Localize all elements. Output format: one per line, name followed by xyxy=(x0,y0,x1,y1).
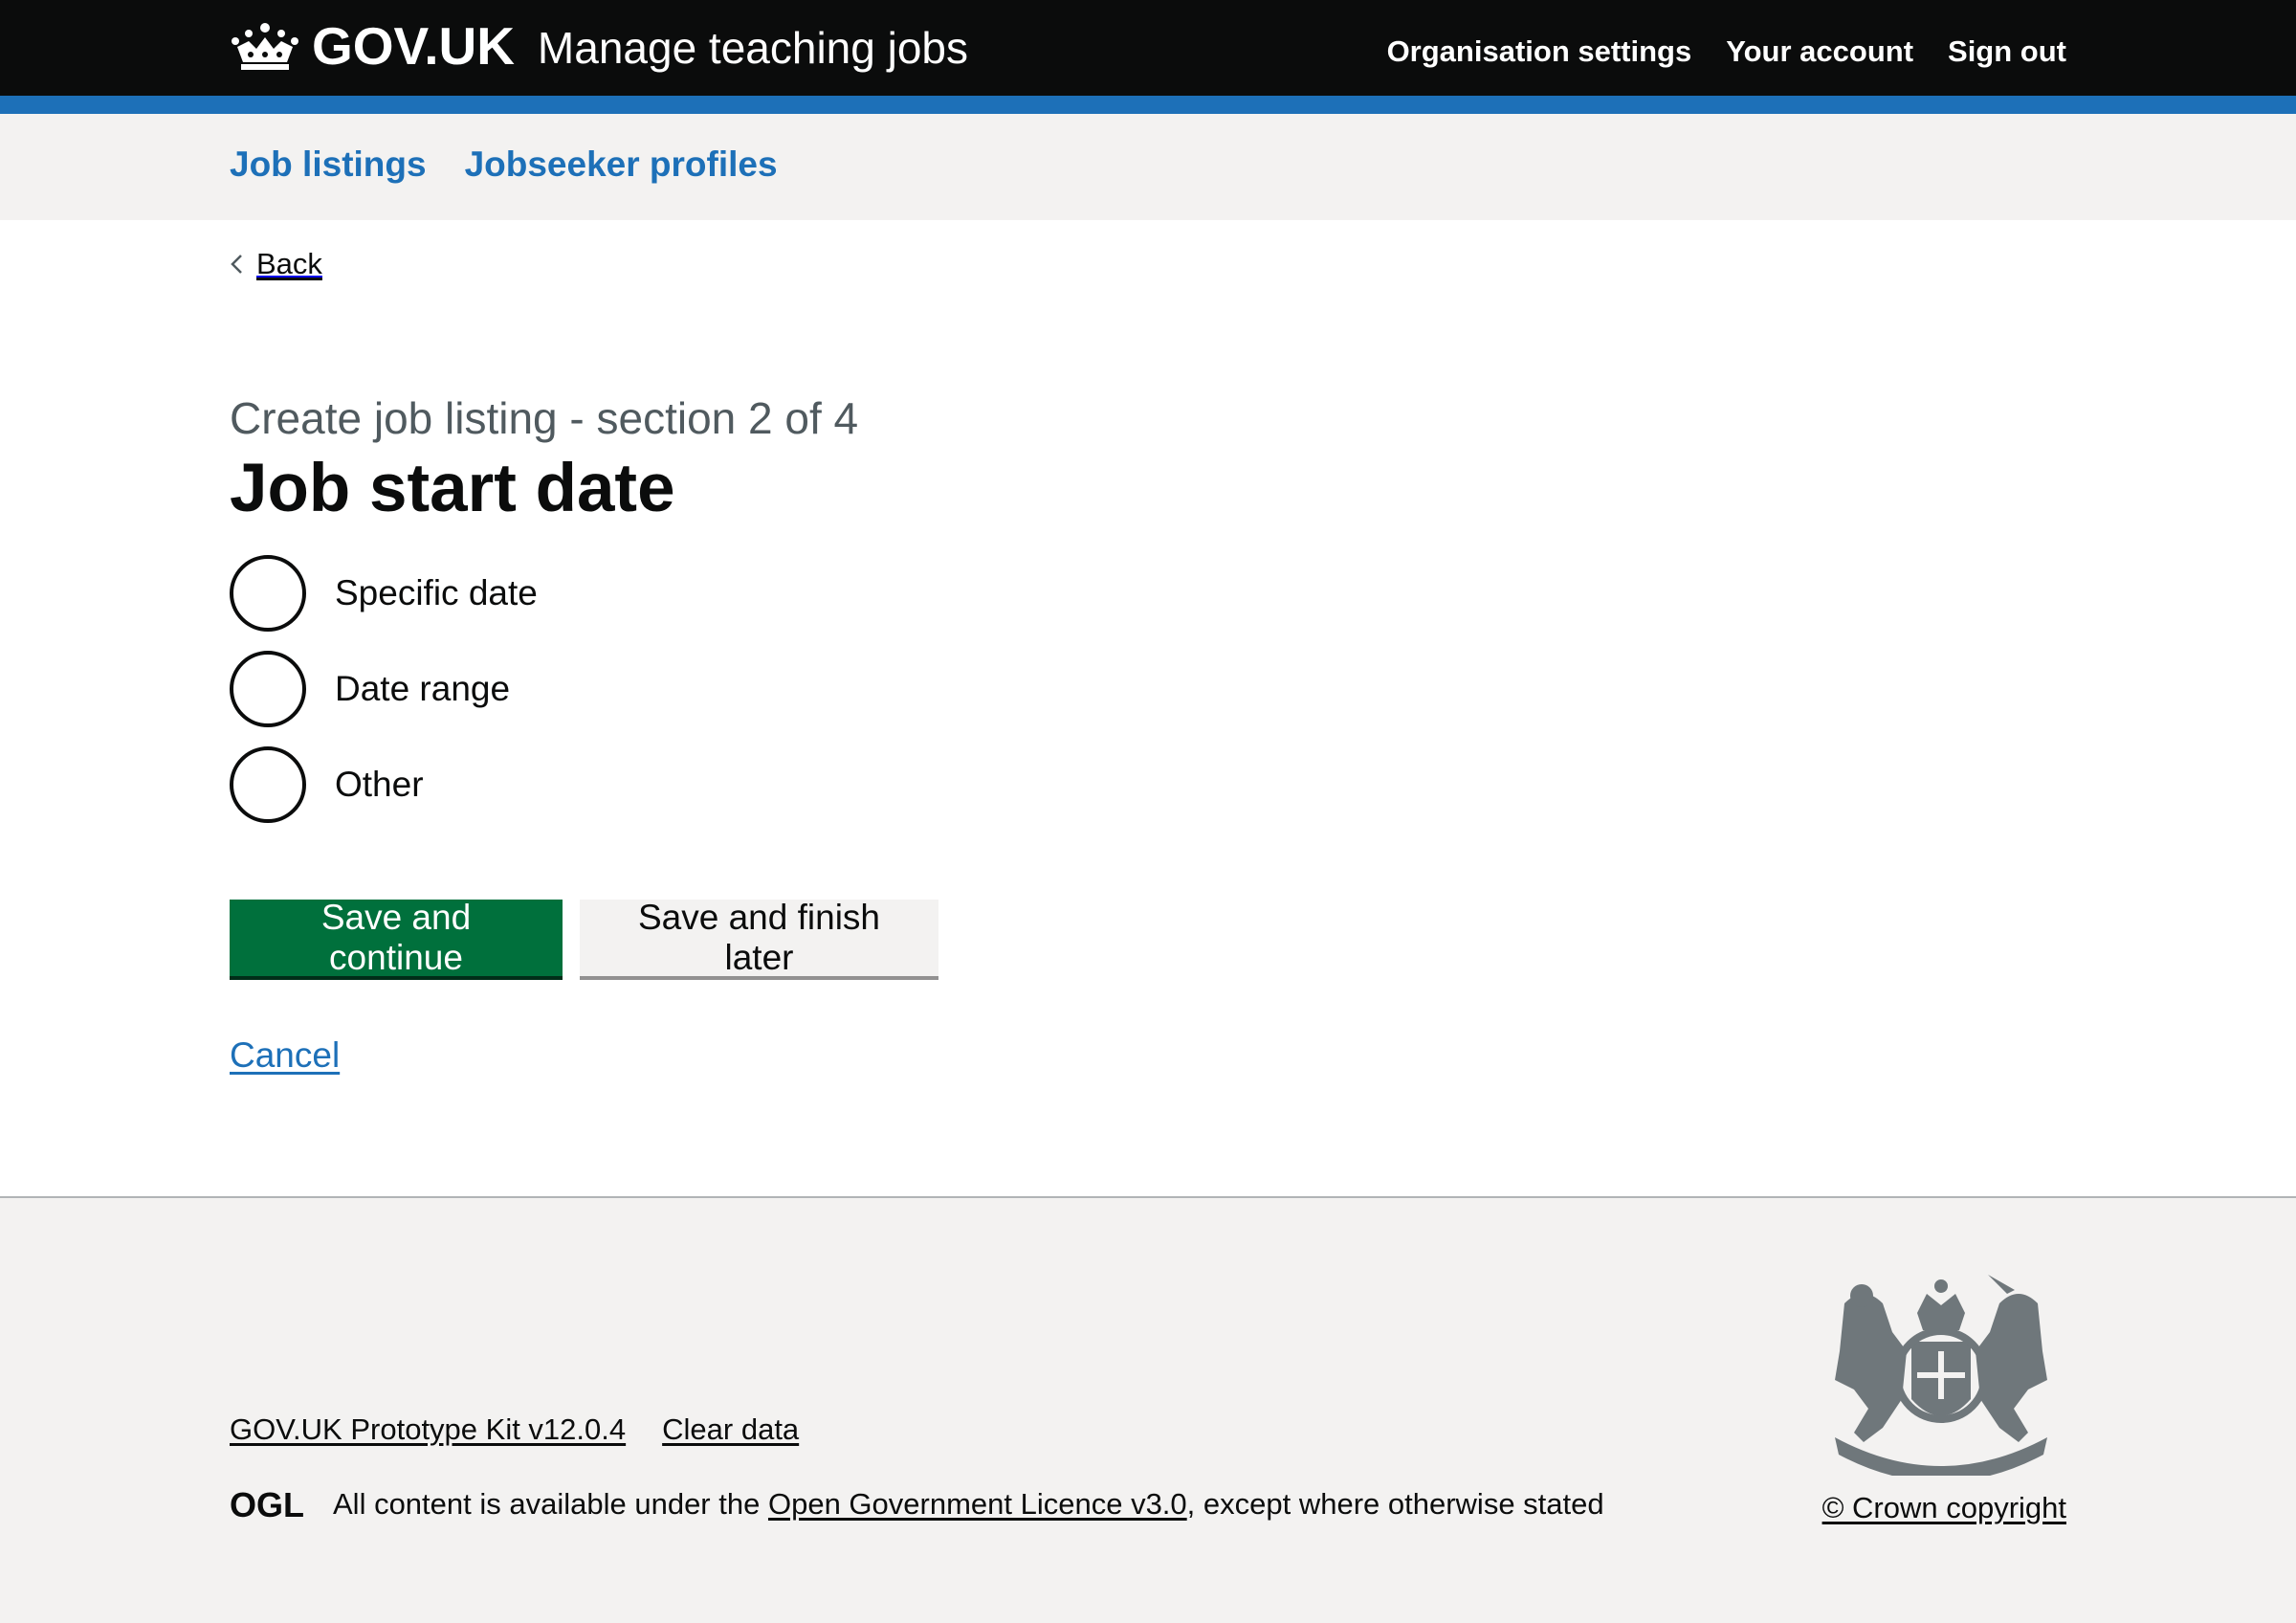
licence-statement: OGL All content is available under the O… xyxy=(230,1487,1604,1522)
radio-label[interactable]: Specific date xyxy=(335,573,538,613)
licence-text: All content is available under the Open … xyxy=(333,1487,1604,1521)
sub-navigation: Job listings Jobseeker profiles xyxy=(0,114,2296,220)
site-footer: GOV.UK Prototype Kit v12.0.4 Clear data … xyxy=(0,1196,2296,1623)
back-link-label: Back xyxy=(256,247,322,280)
radio-label[interactable]: Date range xyxy=(335,669,510,709)
radio-label[interactable]: Other xyxy=(335,765,424,805)
logo-text: GOV.UK xyxy=(312,16,515,76)
back-link[interactable]: Back xyxy=(230,247,322,281)
header-nav: Organisation settings Your account Sign … xyxy=(1387,34,2066,69)
royal-coat-of-arms-icon xyxy=(1835,1275,2047,1476)
radio-specific-date[interactable]: Specific date xyxy=(230,555,538,632)
radio-button[interactable] xyxy=(230,746,306,823)
start-date-radio-group: Specific date Date range Other xyxy=(230,555,538,842)
sign-out-link[interactable]: Sign out xyxy=(1948,34,2066,69)
ogl-logo-icon: OGL xyxy=(230,1488,304,1521)
govuk-logo[interactable]: GOV.UK Manage teaching jobs xyxy=(230,16,968,76)
nav-job-listings[interactable]: Job listings xyxy=(230,145,427,185)
site-header: GOV.UK Manage teaching jobs Organisation… xyxy=(0,0,2296,96)
service-name[interactable]: Manage teaching jobs xyxy=(538,22,968,74)
header-accent-bar xyxy=(0,96,2296,114)
footer-links: GOV.UK Prototype Kit v12.0.4 Clear data xyxy=(230,1412,799,1447)
organisation-settings-link[interactable]: Organisation settings xyxy=(1387,34,1692,69)
nav-jobseeker-profiles[interactable]: Jobseeker profiles xyxy=(465,145,778,185)
radio-button[interactable] xyxy=(230,651,306,727)
page-title: Job start date xyxy=(230,451,675,526)
clear-data-link[interactable]: Clear data xyxy=(662,1412,799,1447)
open-government-licence-link[interactable]: Open Government Licence v3.0 xyxy=(768,1487,1187,1521)
cancel-link[interactable]: Cancel xyxy=(230,1035,340,1076)
your-account-link[interactable]: Your account xyxy=(1726,34,1913,69)
crown-icon xyxy=(232,23,298,70)
save-and-continue-button[interactable]: Save and continue xyxy=(230,898,563,977)
button-group: Save and continue Save and finish later xyxy=(230,898,938,977)
save-and-finish-later-button[interactable]: Save and finish later xyxy=(580,898,938,977)
radio-date-range[interactable]: Date range xyxy=(230,651,538,727)
prototype-kit-link[interactable]: GOV.UK Prototype Kit v12.0.4 xyxy=(230,1412,626,1447)
svg-text:OGL: OGL xyxy=(230,1488,304,1521)
radio-other[interactable]: Other xyxy=(230,746,538,823)
chevron-left-icon xyxy=(231,255,242,274)
crown-copyright-link[interactable]: © Crown copyright xyxy=(1822,1491,2066,1525)
page-caption: Create job listing - section 2 of 4 xyxy=(230,393,859,443)
radio-button[interactable] xyxy=(230,555,306,632)
